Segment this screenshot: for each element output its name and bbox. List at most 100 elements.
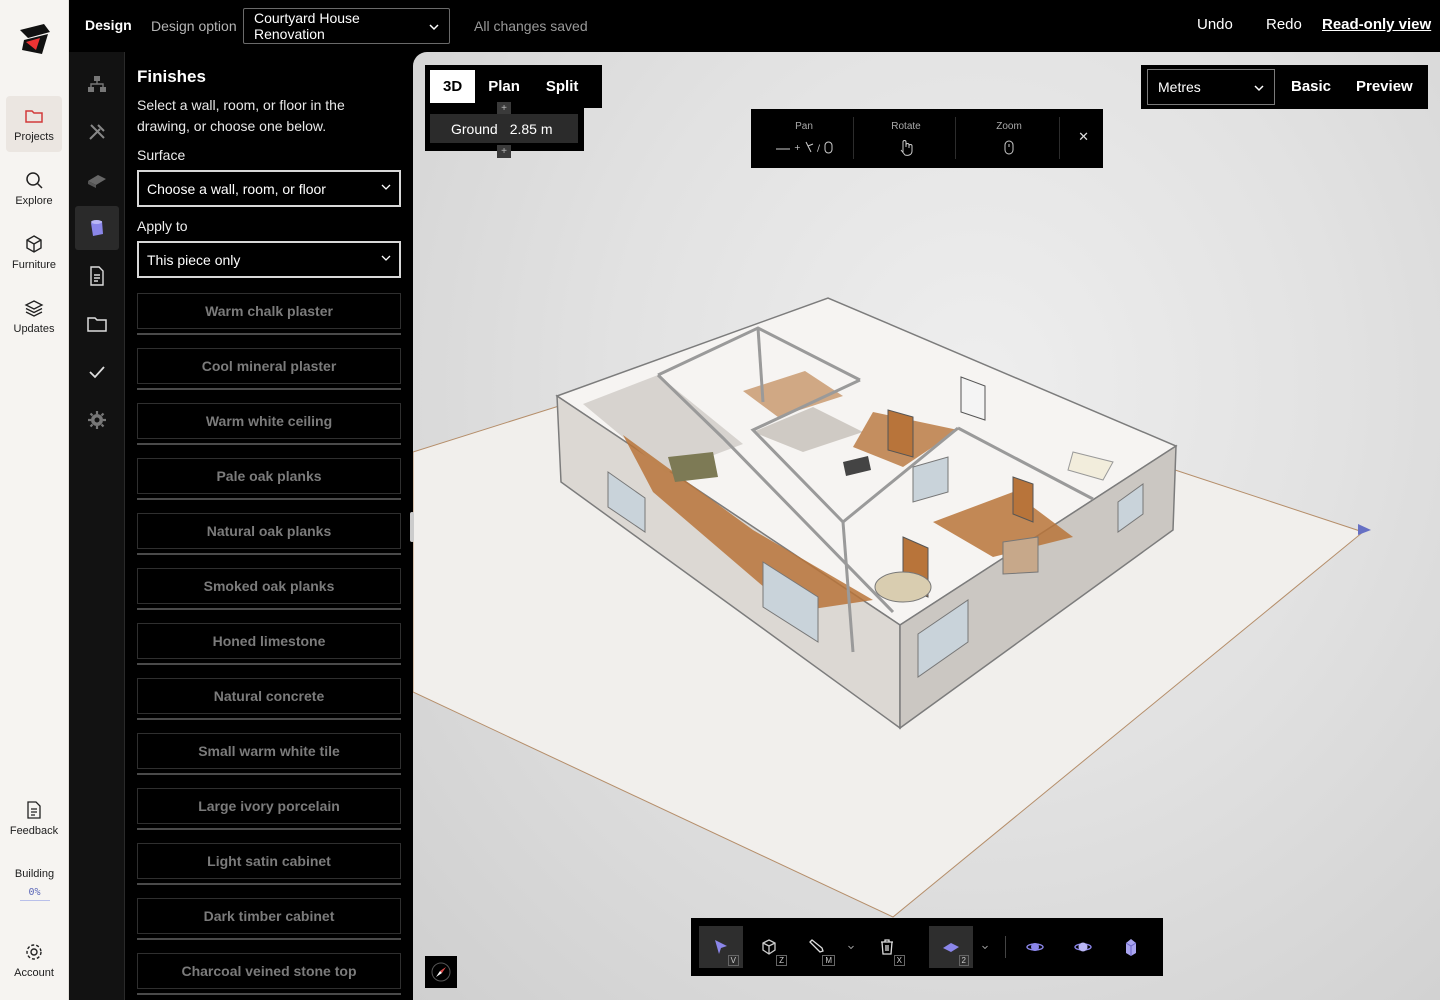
floor-dropdown[interactable] xyxy=(975,926,995,968)
finish-option[interactable]: Cool mineral plaster xyxy=(137,348,401,384)
panel-title: Finishes xyxy=(137,67,206,86)
nav-furniture[interactable]: Furniture xyxy=(6,224,62,280)
redo-button[interactable]: Redo xyxy=(1266,16,1302,33)
measure-tool-key: M xyxy=(822,955,835,966)
surface-select[interactable]: Choose a wall, room, or floor xyxy=(137,170,401,207)
finish-option[interactable]: Dark timber cabinet xyxy=(137,898,401,934)
finish-option[interactable]: Light satin cabinet xyxy=(137,843,401,879)
chevron-down-icon xyxy=(848,945,854,950)
hand-icon xyxy=(900,140,913,156)
viewport-3d[interactable]: 3D Plan Split + Ground 2.85 m + Pan + / R… xyxy=(413,52,1440,1000)
tab-split[interactable]: Split xyxy=(533,70,592,103)
hint-pan: Pan + / xyxy=(754,121,854,161)
measure-dropdown[interactable] xyxy=(841,926,861,968)
build-status-label: Building xyxy=(14,868,55,880)
bottom-toolbar: V Z M X 2 xyxy=(691,918,1163,976)
basic-button[interactable]: Basic xyxy=(1291,78,1331,95)
delete-tool[interactable]: X xyxy=(865,926,909,968)
hierarchy-tool[interactable] xyxy=(75,62,119,106)
select-tool[interactable]: V xyxy=(699,926,743,968)
build-status-percent: 0% xyxy=(19,887,50,901)
finish-option[interactable]: Smoked oak planks xyxy=(137,568,401,604)
hint-zoom: Zoom xyxy=(959,121,1059,161)
globe-icon xyxy=(1074,942,1092,952)
finish-divider xyxy=(137,443,401,445)
finish-option[interactable]: Natural concrete xyxy=(137,678,401,714)
design-tab[interactable]: Design xyxy=(85,17,132,33)
nav-projects-label: Projects xyxy=(14,131,54,143)
level-down-button[interactable]: + xyxy=(497,145,511,158)
nav-feedback[interactable]: Feedback xyxy=(6,790,62,846)
tools-icon xyxy=(89,124,105,140)
finish-divider xyxy=(137,993,401,995)
notes-tool[interactable] xyxy=(75,254,119,298)
mouse-wheel-icon xyxy=(1004,140,1014,155)
nav-projects[interactable]: Projects xyxy=(6,96,62,152)
finish-option[interactable]: Charcoal veined stone top xyxy=(137,953,401,989)
finish-divider xyxy=(137,498,401,500)
compass-button[interactable] xyxy=(425,956,457,988)
search-icon xyxy=(26,172,43,189)
roof-tool[interactable] xyxy=(75,158,119,202)
box-icon xyxy=(762,939,776,955)
level-selector[interactable]: + Ground 2.85 m + xyxy=(425,102,584,158)
finish-option[interactable]: Warm chalk plaster xyxy=(137,293,401,329)
measure-tool[interactable]: M xyxy=(795,926,839,968)
preview-button[interactable]: Preview xyxy=(1356,78,1413,95)
apply-to-select[interactable]: This piece only xyxy=(137,241,401,278)
files-tool[interactable] xyxy=(75,302,119,346)
tab-plan[interactable]: Plan xyxy=(475,70,533,103)
read-only-view-link[interactable]: Read-only view xyxy=(1322,16,1431,33)
finish-option[interactable]: Large ivory porcelain xyxy=(137,788,401,824)
finish-option[interactable]: Warm white ceiling xyxy=(137,403,401,439)
nav-explore[interactable]: Explore xyxy=(6,160,62,216)
apply-to-select-value: This piece only xyxy=(147,251,241,268)
finish-option[interactable]: Natural oak planks xyxy=(137,513,401,549)
finish-option[interactable]: Honed limestone xyxy=(137,623,401,659)
document-icon xyxy=(27,801,41,819)
close-icon[interactable]: ✕ xyxy=(1078,129,1089,145)
paint-bucket-icon xyxy=(91,220,103,236)
units-bar: Metres Basic Preview xyxy=(1141,65,1428,109)
units-select[interactable]: Metres xyxy=(1147,69,1275,105)
build-tools[interactable] xyxy=(75,110,119,154)
nav-account[interactable]: Account xyxy=(6,932,62,988)
nav-rail: Projects Explore Furniture Updates Feedb… xyxy=(0,0,69,1000)
trash-icon xyxy=(881,939,893,955)
floor-tool[interactable]: 2 xyxy=(929,926,973,968)
finish-divider xyxy=(137,718,401,720)
level-current[interactable]: Ground 2.85 m xyxy=(430,114,578,143)
logo-icon[interactable] xyxy=(14,20,54,62)
navigation-hint: Pan + / Rotate Zoom ✕ xyxy=(751,109,1103,168)
units-select-value: Metres xyxy=(1158,79,1201,95)
nav-updates[interactable]: Updates xyxy=(6,288,62,344)
project-select[interactable]: Courtyard House Renovation xyxy=(243,8,450,44)
finishes-tool[interactable] xyxy=(75,206,119,250)
walk-view-button[interactable] xyxy=(1109,926,1153,968)
save-status: All changes saved xyxy=(474,18,588,34)
chevron-down-icon xyxy=(1254,79,1264,95)
orbit-view-button[interactable] xyxy=(1013,926,1057,968)
hint-pan-label: Pan xyxy=(795,121,813,132)
settings-tool[interactable] xyxy=(75,398,119,442)
undo-button[interactable]: Undo xyxy=(1197,16,1233,33)
object-tool[interactable]: Z xyxy=(747,926,791,968)
top-bar: Design Design option Courtyard House Ren… xyxy=(69,0,1440,52)
finish-option[interactable]: Pale oak planks xyxy=(137,458,401,494)
finish-option[interactable]: Small warm white tile xyxy=(137,733,401,769)
finish-divider xyxy=(137,773,401,775)
house-3d-model[interactable] xyxy=(413,52,1440,1000)
floor-icon xyxy=(943,943,959,952)
design-option-label: Design option xyxy=(151,18,237,34)
gear-icon xyxy=(26,944,42,960)
finish-divider xyxy=(137,553,401,555)
tab-3d[interactable]: 3D xyxy=(430,70,476,103)
pointer-icon xyxy=(715,940,727,954)
globe-view-button[interactable] xyxy=(1061,926,1105,968)
compass-icon xyxy=(431,962,451,982)
hint-rotate: Rotate xyxy=(856,121,956,161)
svg-text:+: + xyxy=(794,143,801,152)
panel-resize-handle[interactable] xyxy=(410,512,414,542)
finish-divider xyxy=(137,938,401,940)
checklist-tool[interactable] xyxy=(75,350,119,394)
